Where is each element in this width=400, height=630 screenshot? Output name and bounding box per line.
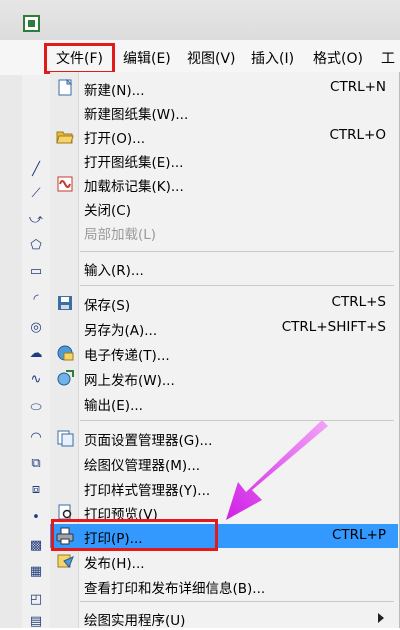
menu-item-shortcut: CTRL+SHIFT+S xyxy=(281,319,386,335)
menu-item-shortcut: CTRL+P xyxy=(331,527,386,543)
menu-item-label: 另存为(A)... xyxy=(84,323,158,339)
file-menu-annotation-box xyxy=(44,43,115,74)
menu-separator xyxy=(80,601,394,602)
menu-item-label: 输入(R)... xyxy=(84,263,144,279)
line-tool-icon[interactable]: ╱ xyxy=(26,160,46,178)
menu-insert[interactable]: 插入(I) xyxy=(251,48,294,68)
menu-item-view-details[interactable]: 查看打印和发布详细信息(B)... xyxy=(50,574,398,598)
publish-web-icon xyxy=(56,369,74,387)
menu-item-label: 绘图仪管理器(M)... xyxy=(84,458,201,474)
menu-item-open-sheetset[interactable]: 打开图纸集(E)... xyxy=(50,148,398,172)
menu-item-partial-load: 局部加载(L) xyxy=(50,220,398,244)
menu-item-shortcut: CTRL+O xyxy=(329,127,386,143)
menu-item-label: 新建(N)... xyxy=(84,83,145,99)
menu-item-etransmit[interactable]: 电子传递(T)... xyxy=(50,341,398,365)
menu-item-label: 关闭(C) xyxy=(84,203,131,219)
menu-item-label: 局部加载(L) xyxy=(84,227,157,243)
polygon-tool-icon[interactable]: ⬠ xyxy=(26,236,46,254)
construction-line-icon[interactable]: ⟋ xyxy=(26,184,46,202)
revcloud-tool-icon[interactable]: ☁ xyxy=(26,344,46,362)
menu-item-label: 绘图实用程序(U) xyxy=(84,613,186,629)
menu-item-shortcut: CTRL+N xyxy=(330,79,386,95)
menu-separator xyxy=(80,285,394,286)
save-icon xyxy=(56,294,74,312)
menu-item-new[interactable]: 新建(N)... CTRL+N xyxy=(50,76,398,100)
make-block-icon[interactable]: ⧈ xyxy=(26,480,46,498)
menu-item-publish-web[interactable]: 网上发布(W)... xyxy=(50,366,398,390)
rectangle-tool-icon[interactable]: ▭ xyxy=(26,262,46,280)
menu-view[interactable]: 视图(V) xyxy=(187,48,236,68)
new-file-icon xyxy=(56,78,74,97)
menu-item-label: 输出(E)... xyxy=(84,398,143,414)
menu-item-open[interactable]: 打开(O)... CTRL+O xyxy=(50,124,398,148)
gradient-tool-icon[interactable]: ▦ xyxy=(26,562,46,580)
spline-tool-icon[interactable]: ∿ xyxy=(26,370,46,388)
menu-item-save-as[interactable]: 另存为(A)... CTRL+SHIFT+S xyxy=(50,316,398,340)
menu-separator xyxy=(80,251,394,252)
app-icon xyxy=(23,15,40,32)
menu-item-label: 新建图纸集(W)... xyxy=(84,107,189,123)
publish-icon xyxy=(56,552,74,570)
menu-item-label: 发布(H)... xyxy=(84,556,145,572)
left-strip xyxy=(0,75,22,628)
annotation-arrow xyxy=(226,420,328,520)
hatch-tool-icon[interactable]: ▩ xyxy=(26,536,46,554)
menu-item-label: 查看打印和发布详细信息(B)... xyxy=(84,581,266,597)
menu-format[interactable]: 格式(O) xyxy=(313,48,363,68)
region-tool-icon[interactable]: ◰ xyxy=(26,590,46,608)
ellipse-arc-tool-icon[interactable]: ◠ xyxy=(26,428,46,446)
menu-item-shortcut: CTRL+S xyxy=(331,294,386,310)
title-bar xyxy=(0,0,400,41)
menu-item-label: 保存(S) xyxy=(84,298,131,314)
menu-item-export[interactable]: 输出(E)... xyxy=(50,391,398,415)
table-tool-icon[interactable]: ▤ xyxy=(26,612,46,630)
page-setup-icon xyxy=(56,429,74,447)
menu-edit[interactable]: 编辑(E) xyxy=(123,48,171,68)
submenu-arrow-icon xyxy=(378,613,384,623)
menu-item-close[interactable]: 关闭(C) xyxy=(50,196,398,220)
menu-item-label: 打开图纸集(E)... xyxy=(84,155,184,171)
menu-item-label: 加载标记集(K)... xyxy=(84,179,184,195)
menu-item-label: 打印样式管理器(Y)... xyxy=(84,483,211,499)
polyline-tool-icon[interactable]: ⤻ xyxy=(26,210,46,228)
arc-tool-icon[interactable]: ◜ xyxy=(26,290,46,308)
menu-item-save[interactable]: 保存(S) CTRL+S xyxy=(50,291,398,315)
menu-item-publish[interactable]: 发布(H)... xyxy=(50,549,398,573)
menu-item-drawing-utilities[interactable]: 绘图实用程序(U) xyxy=(50,606,398,630)
ellipse-tool-icon[interactable]: ⬭ xyxy=(26,398,46,416)
menu-item-new-sheetset[interactable]: 新建图纸集(W)... xyxy=(50,100,398,124)
markup-set-icon xyxy=(56,175,74,193)
print-annotation-box xyxy=(51,519,218,551)
circle-tool-icon[interactable]: ◎ xyxy=(26,318,46,336)
etransmit-icon xyxy=(56,344,74,362)
menu-item-label: 页面设置管理器(G)... xyxy=(84,433,213,449)
point-tool-icon[interactable]: • xyxy=(26,508,46,526)
menu-item-label: 打开(O)... xyxy=(84,131,146,147)
menu-item-load-markup[interactable]: 加载标记集(K)... xyxy=(50,172,398,196)
insert-block-icon[interactable]: ⧉ xyxy=(26,454,46,472)
open-folder-icon xyxy=(56,127,74,145)
menu-item-label: 电子传递(T)... xyxy=(84,348,170,364)
menu-item-label: 网上发布(W)... xyxy=(84,373,175,389)
menu-tools[interactable]: 工 xyxy=(381,48,395,68)
menu-item-import[interactable]: 输入(R)... xyxy=(50,256,398,280)
